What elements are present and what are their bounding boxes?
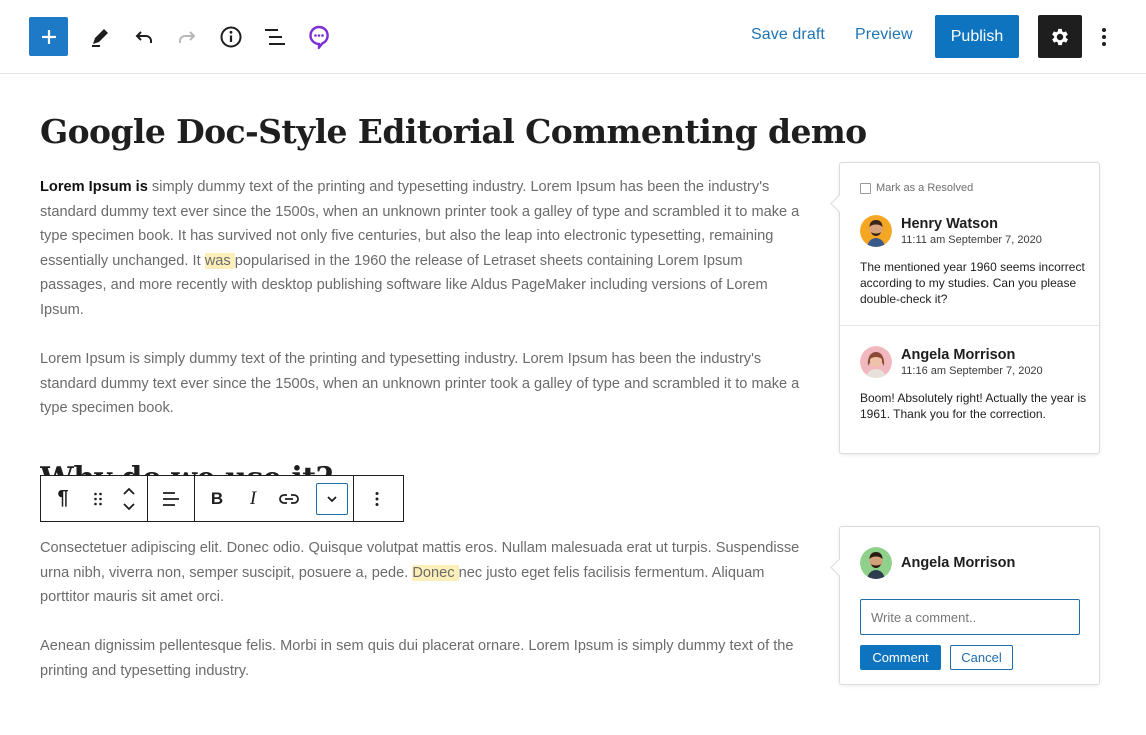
editor-top-toolbar: Save draft Preview Publish xyxy=(0,0,1146,74)
more-vertical-icon xyxy=(375,491,379,506)
publish-button[interactable]: Publish xyxy=(935,15,1019,58)
format-group: B I xyxy=(195,476,354,521)
comment-item: Angela Morrison 11:16 am September 7, 20… xyxy=(860,346,1088,422)
tools-button[interactable] xyxy=(80,17,120,57)
commented-text-highlight[interactable]: Donec xyxy=(412,564,459,581)
add-block-button[interactable] xyxy=(29,17,68,56)
comment-timestamp: 11:16 am September 7, 2020 xyxy=(901,364,1043,377)
current-user-header: Angela Morrison xyxy=(860,547,1088,579)
info-icon xyxy=(220,26,242,48)
new-comment-board: Angela Morrison Comment Cancel xyxy=(839,526,1100,685)
comment-author: Angela Morrison xyxy=(901,554,1016,571)
move-up-down-icon xyxy=(123,487,135,510)
post-title[interactable]: Google Doc-Style Editorial Commenting de… xyxy=(40,112,867,151)
align-button[interactable] xyxy=(148,476,194,521)
comment-item: Henry Watson 11:11 am September 7, 2020 … xyxy=(860,215,1088,307)
list-view-button[interactable] xyxy=(255,17,295,57)
move-up-down-button[interactable] xyxy=(111,476,147,521)
pencil-icon xyxy=(92,29,108,47)
comment-input[interactable] xyxy=(860,599,1080,635)
paragraph-block-1[interactable]: Lorem Ipsum is simply dummy text of the … xyxy=(40,175,800,323)
comment-cancel-button[interactable]: Cancel xyxy=(950,645,1013,670)
plus-icon xyxy=(41,29,56,44)
gear-icon xyxy=(1052,28,1068,45)
preview-button[interactable]: Preview xyxy=(855,26,913,44)
paragraph-block-2[interactable]: Lorem Ipsum is simply dummy text of the … xyxy=(40,347,800,421)
editorial-comments-plugin-button[interactable] xyxy=(299,17,339,57)
block-toolbar: ¶ B I xyxy=(40,475,404,522)
details-button[interactable] xyxy=(211,17,251,57)
align-left-icon xyxy=(163,491,179,506)
link-icon xyxy=(279,493,299,504)
heading-block-obscured[interactable]: Why do we use it? xyxy=(40,462,340,477)
avatar xyxy=(860,215,892,247)
align-group xyxy=(148,476,195,521)
options-menu-button[interactable] xyxy=(1090,22,1118,52)
bold-lead-text: Lorem Ipsum is xyxy=(40,179,148,195)
paragraph-block-3[interactable]: Consectetuer adipiscing elit. Donec odio… xyxy=(40,536,800,610)
resolve-checkbox[interactable] xyxy=(860,182,871,194)
paragraph-block-4[interactable]: Aenean dignissim pellentesque felis. Mor… xyxy=(40,634,800,683)
comment-text: Boom! Absolutely right! Actually the yea… xyxy=(860,391,1087,421)
commented-text-highlight[interactable]: was xyxy=(204,252,235,269)
block-options-button[interactable] xyxy=(354,476,400,521)
comment-bubble-icon xyxy=(309,25,329,49)
more-rich-text-controls-button[interactable] xyxy=(311,476,353,521)
bold-button[interactable]: B xyxy=(195,476,239,521)
avatar xyxy=(860,346,892,378)
more-vertical-icon xyxy=(1102,28,1106,46)
redo-icon xyxy=(179,31,196,43)
drag-handle-button[interactable] xyxy=(85,476,111,521)
drag-handle-icon xyxy=(94,492,102,505)
redo-button[interactable] xyxy=(167,17,207,57)
list-view-icon xyxy=(265,29,285,45)
undo-button[interactable] xyxy=(124,17,164,57)
avatar-image xyxy=(860,547,892,579)
chevron-down-icon xyxy=(327,495,337,502)
comment-board: Mark as a Resolved Henry Watson 11:11 am… xyxy=(839,162,1100,454)
options-group xyxy=(354,476,400,521)
comment-header: Henry Watson 11:11 am September 7, 2020 xyxy=(860,215,1088,247)
comment-header: Angela Morrison xyxy=(860,547,1088,579)
resolve-label: Mark as a Resolved xyxy=(876,182,974,194)
avatar xyxy=(860,547,892,579)
paragraph-icon[interactable]: ¶ xyxy=(41,476,85,521)
italic-button[interactable]: I xyxy=(239,476,267,521)
comment-author: Henry Watson xyxy=(901,215,998,232)
settings-button[interactable] xyxy=(1038,15,1082,58)
avatar-image xyxy=(860,346,892,378)
undo-icon xyxy=(135,31,152,43)
comment-submit-button[interactable]: Comment xyxy=(860,645,941,670)
comment-author: Angela Morrison xyxy=(901,346,1016,363)
mark-resolved-row[interactable]: Mark as a Resolved xyxy=(860,182,973,194)
link-button[interactable] xyxy=(267,476,311,521)
comment-header: Angela Morrison 11:16 am September 7, 20… xyxy=(860,346,1088,378)
comment-divider xyxy=(840,325,1099,326)
comment-text: The mentioned year 1960 seems incorrect … xyxy=(860,260,1085,306)
block-mover-group: ¶ xyxy=(41,476,148,521)
avatar-image xyxy=(860,215,892,247)
save-draft-button[interactable]: Save draft xyxy=(751,26,825,44)
active-dropdown-frame xyxy=(316,482,348,515)
comment-timestamp: 11:11 am September 7, 2020 xyxy=(901,233,1042,246)
